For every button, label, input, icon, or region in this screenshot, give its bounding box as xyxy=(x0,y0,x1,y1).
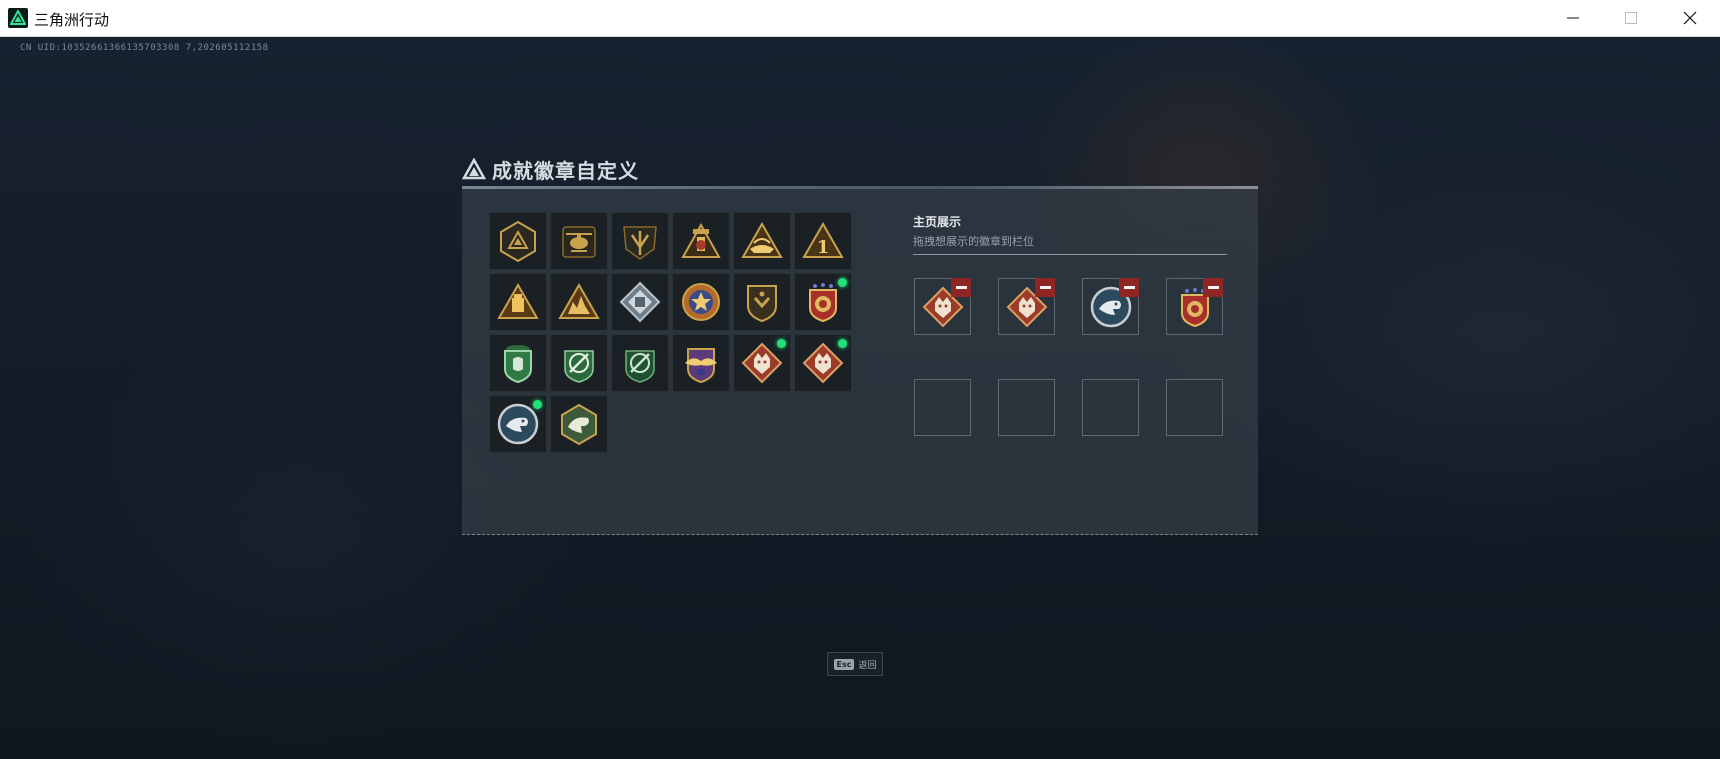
showcase-slot-filled[interactable] xyxy=(1082,278,1139,335)
window-title: 三角洲行动 xyxy=(34,11,110,29)
eagle-round-badge-icon xyxy=(496,402,540,446)
showcase-slot-empty[interactable] xyxy=(914,379,971,436)
shield-arrow-badge-icon xyxy=(618,219,662,263)
wolf-diamond-badge-icon xyxy=(801,341,845,385)
green-crosshair-dark-badge-icon xyxy=(618,341,662,385)
triangle-number-one-badge-icon: 1 xyxy=(801,219,845,263)
close-button[interactable] xyxy=(1665,0,1715,36)
showcase-subtitle: 拖拽想展示的徽章到栏位 xyxy=(913,235,1034,248)
back-button[interactable]: Esc 返回 xyxy=(827,652,883,676)
triangle-ship-badge-icon xyxy=(740,219,784,263)
badge-cell[interactable] xyxy=(733,212,791,270)
minus-icon xyxy=(955,286,967,289)
panel-title: 成就徽章自定义 xyxy=(492,158,639,183)
wolf-diamond-badge-icon xyxy=(740,341,784,385)
minus-icon xyxy=(1039,286,1051,289)
delta-logo-icon xyxy=(462,158,486,180)
badge-cell[interactable] xyxy=(550,273,608,331)
badge-cell[interactable] xyxy=(794,273,852,331)
triangle-ruins-badge-icon xyxy=(557,280,601,324)
diamond-crate-badge-icon xyxy=(618,280,662,324)
star-medal-badge-icon xyxy=(679,280,723,324)
badge-cell[interactable] xyxy=(550,395,608,453)
badge-cell[interactable] xyxy=(489,395,547,453)
badge-cell[interactable] xyxy=(611,212,669,270)
showcase-slot-empty[interactable] xyxy=(1166,379,1223,436)
badge-panel: 1 主页展示 拖拽想展示的徽章到栏位 xyxy=(462,189,1258,535)
badge-cell[interactable] xyxy=(611,273,669,331)
showcase-header: 主页展示 拖拽想展示的徽章到栏位 xyxy=(913,213,1227,255)
badge-cell[interactable] xyxy=(672,334,730,392)
green-lion-shield-badge-icon xyxy=(496,341,540,385)
showcase-title: 主页展示 xyxy=(913,215,962,229)
new-indicator-dot xyxy=(777,339,786,348)
svg-text:1: 1 xyxy=(817,237,830,258)
badge-cell[interactable] xyxy=(611,334,669,392)
showcase-divider xyxy=(913,254,1227,255)
hex-triangle-badge-icon xyxy=(496,219,540,263)
panel-header: 成就徽章自定义 xyxy=(462,154,639,184)
minimize-button[interactable] xyxy=(1548,0,1598,36)
triangle-block-badge-icon xyxy=(496,280,540,324)
app-logo-icon xyxy=(8,8,28,28)
back-label: 返回 xyxy=(858,660,877,671)
showcase-slot-filled[interactable] xyxy=(998,278,1055,335)
showcase-slot-empty[interactable] xyxy=(998,379,1055,436)
remove-badge-button[interactable] xyxy=(1035,278,1055,297)
minimize-icon xyxy=(1567,17,1579,19)
esc-key-hint: Esc xyxy=(833,658,855,670)
green-crosshair-badge-icon xyxy=(557,341,601,385)
game-viewport: CN UID:10352661366135703308 7,2026051121… xyxy=(0,37,1720,759)
remove-badge-button[interactable] xyxy=(1203,278,1223,297)
remove-badge-button[interactable] xyxy=(951,278,971,297)
maximize-button[interactable] xyxy=(1606,0,1656,36)
window-titlebar: 三角洲行动 xyxy=(0,0,1720,37)
tower-badge-icon xyxy=(679,219,723,263)
minus-icon xyxy=(1123,286,1135,289)
red-crest-badge-icon xyxy=(801,280,845,324)
new-indicator-dot xyxy=(838,339,847,348)
new-indicator-dot xyxy=(838,278,847,287)
showcase-slot-filled[interactable] xyxy=(914,278,971,335)
badge-cell[interactable] xyxy=(794,334,852,392)
helicopter-badge-icon xyxy=(557,219,601,263)
purple-wing-shield-badge-icon xyxy=(679,341,723,385)
close-icon xyxy=(1683,11,1697,25)
remove-badge-button[interactable] xyxy=(1119,278,1139,297)
badge-cell[interactable] xyxy=(489,212,547,270)
badge-cell[interactable]: 1 xyxy=(794,212,852,270)
badge-cell[interactable] xyxy=(489,334,547,392)
badge-cell[interactable] xyxy=(550,334,608,392)
badge-cell[interactable] xyxy=(672,212,730,270)
badge-cell[interactable] xyxy=(489,273,547,331)
badge-cell[interactable] xyxy=(733,273,791,331)
maximize-icon xyxy=(1625,12,1637,24)
badge-cell[interactable] xyxy=(733,334,791,392)
new-indicator-dot xyxy=(533,400,542,409)
minus-icon xyxy=(1207,286,1219,289)
badge-cell[interactable] xyxy=(550,212,608,270)
eagle-hexagon-badge-icon xyxy=(557,402,601,446)
showcase-slot-filled[interactable] xyxy=(1166,278,1223,335)
shield-chevron-badge-icon xyxy=(740,280,784,324)
uid-watermark: CN UID:10352661366135703308 7,2026051121… xyxy=(20,43,269,53)
showcase-slot-empty[interactable] xyxy=(1082,379,1139,436)
badge-cell[interactable] xyxy=(672,273,730,331)
